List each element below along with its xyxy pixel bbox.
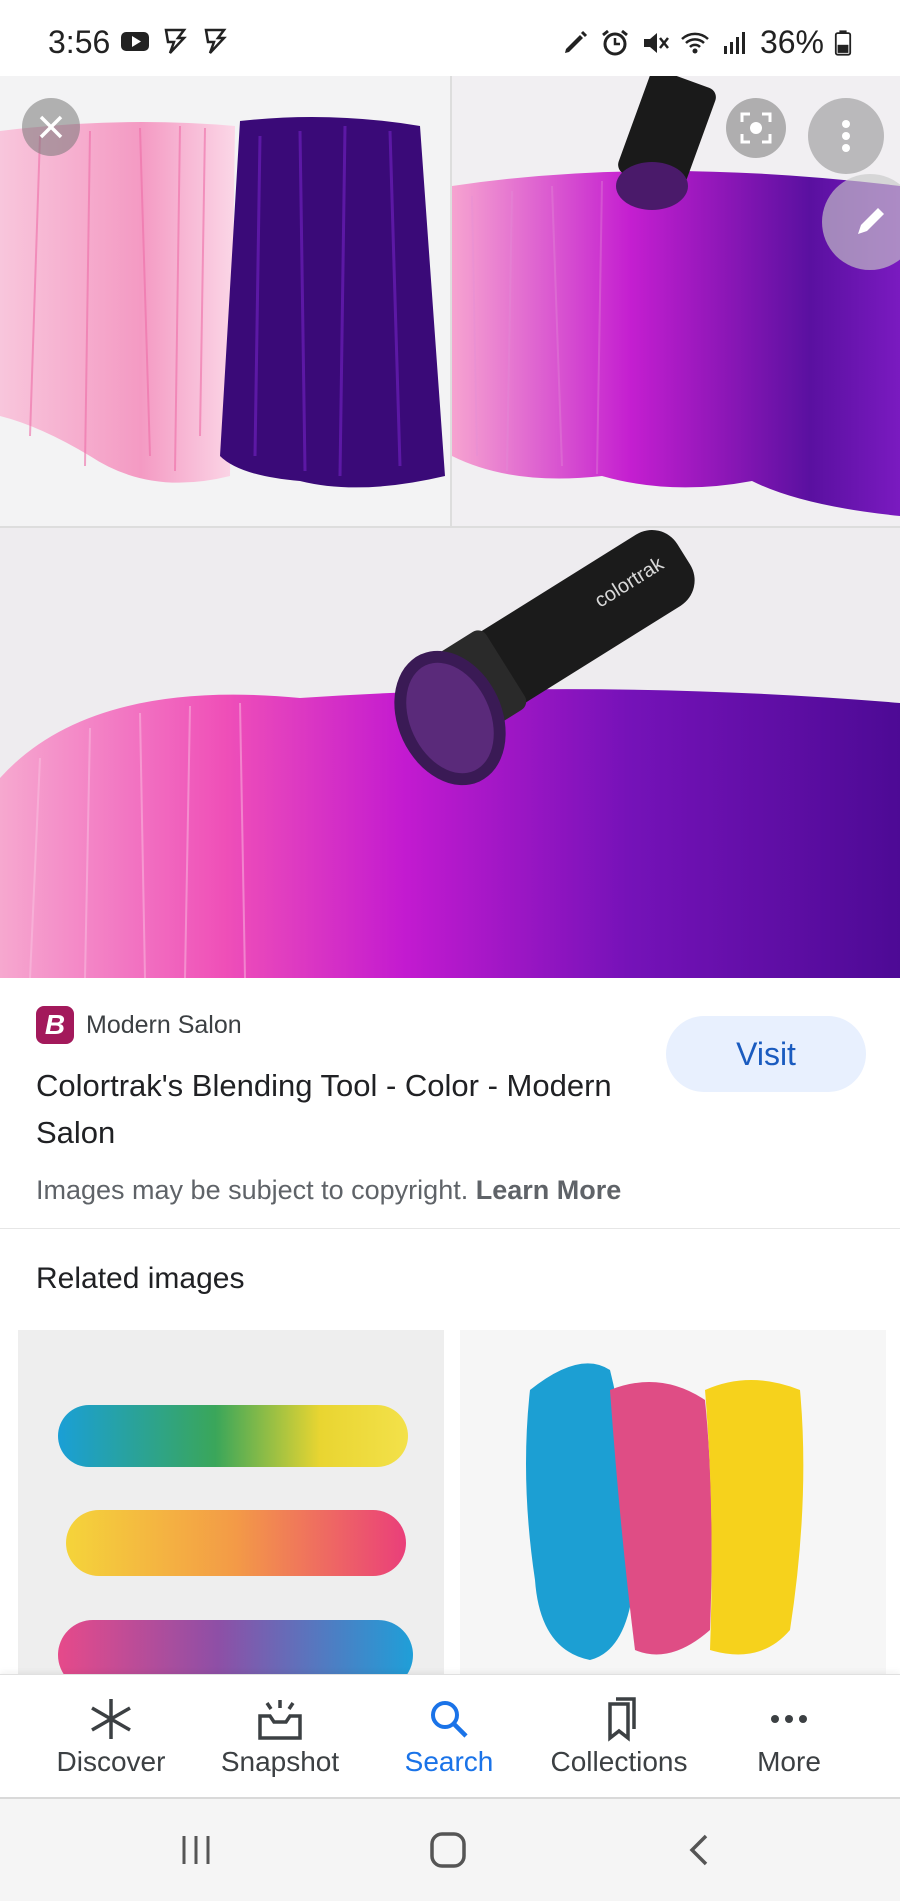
felt-rolls-image xyxy=(58,1405,413,1675)
battery-icon xyxy=(834,29,852,56)
related-images-heading: Related images xyxy=(36,1262,245,1295)
bottom-navigation: Discover Snapshot Search Collections Mor… xyxy=(0,1674,900,1798)
section-divider xyxy=(0,1228,900,1229)
status-system-icons: 36% xyxy=(560,24,852,61)
nav-label: Search xyxy=(404,1746,494,1777)
source-logo: B xyxy=(36,1006,74,1044)
source-row[interactable]: B Modern Salon xyxy=(36,1006,242,1044)
nav-discover[interactable]: Discover xyxy=(26,1675,196,1799)
battery-percent: 36% xyxy=(759,24,824,60)
close-icon xyxy=(39,115,63,139)
nav-search[interactable]: Search xyxy=(364,1675,534,1799)
copyright-notice: Images may be subject to copyright. Lear… xyxy=(36,1175,621,1206)
lens-icon xyxy=(740,112,772,144)
snapshot-icon xyxy=(258,1700,302,1740)
source-name: Modern Salon xyxy=(86,1010,242,1039)
bolt-icon xyxy=(204,28,227,54)
alarm-icon xyxy=(602,29,628,55)
mute-icon xyxy=(643,32,669,53)
pencil-icon xyxy=(858,208,884,234)
nav-label: Snapshot xyxy=(220,1746,340,1777)
search-icon xyxy=(431,1701,468,1738)
image-panel-bottom: colortrak xyxy=(0,528,900,978)
more-vertical-icon xyxy=(842,120,850,152)
nav-collections[interactable]: Collections xyxy=(534,1675,704,1799)
signal-icon xyxy=(723,31,745,54)
status-notification-icons xyxy=(120,26,230,56)
recent-apps-icon xyxy=(182,1836,210,1864)
felt-wool-image xyxy=(526,1363,804,1660)
status-bar: 3:56 36% xyxy=(0,0,900,76)
asterisk-icon xyxy=(91,1699,131,1739)
visit-button[interactable]: Visit xyxy=(666,1016,866,1092)
more-options-button[interactable] xyxy=(808,98,884,174)
back-icon xyxy=(689,1834,708,1866)
back-button[interactable] xyxy=(640,1799,760,1901)
home-icon xyxy=(430,1832,466,1868)
nav-label: Collections xyxy=(550,1746,688,1777)
result-image[interactable]: colortrak xyxy=(0,76,900,978)
home-button[interactable] xyxy=(388,1799,508,1901)
copyright-text: Images may be subject to copyright. xyxy=(36,1175,469,1205)
related-image-thumbnail[interactable] xyxy=(460,1330,886,1675)
nav-more[interactable]: More xyxy=(704,1675,874,1799)
status-time: 3:56 xyxy=(48,24,111,60)
bookmark-icon xyxy=(608,1697,636,1742)
close-button[interactable] xyxy=(22,98,80,156)
pen-icon xyxy=(564,30,588,53)
more-horizontal-icon xyxy=(771,1715,807,1723)
learn-more-link[interactable]: Learn More xyxy=(476,1175,622,1205)
result-title[interactable]: Colortrak's Blending Tool - Color - Mode… xyxy=(36,1062,636,1156)
nav-label: Discover xyxy=(56,1746,166,1777)
lens-search-button[interactable] xyxy=(726,98,786,158)
recent-apps-button[interactable] xyxy=(136,1799,256,1901)
youtube-icon xyxy=(121,32,149,51)
bolt-icon xyxy=(164,28,187,54)
related-image-thumbnail[interactable] xyxy=(18,1330,444,1675)
nav-label: More xyxy=(757,1746,821,1777)
blending-tool-image: colortrak xyxy=(0,530,900,978)
system-navigation-bar xyxy=(0,1799,900,1901)
nav-snapshot[interactable]: Snapshot xyxy=(195,1675,365,1799)
wifi-icon xyxy=(681,32,709,53)
